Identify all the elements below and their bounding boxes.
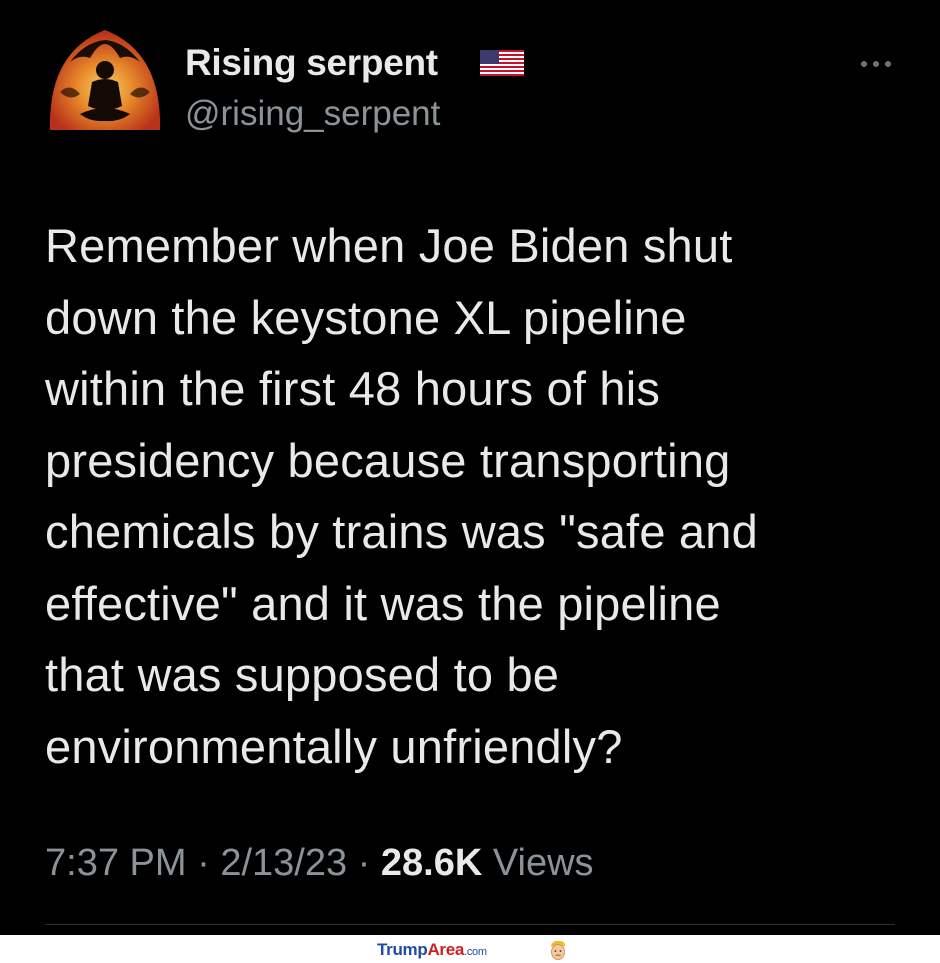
divider: [45, 924, 895, 925]
tweet-meta: 7:37 PM · 2/13/23 · 28.6K Views: [45, 842, 594, 885]
trump-face-icon: [548, 939, 568, 961]
display-name[interactable]: Rising serpent: [185, 42, 438, 84]
brand-suffix: .com: [464, 946, 487, 958]
avatar[interactable]: [40, 22, 170, 134]
user-handle[interactable]: @rising_serpent: [185, 94, 440, 134]
tweet-date[interactable]: 2/13/23: [220, 842, 347, 884]
us-flag-icon: [480, 50, 524, 76]
meditating-figure-avatar-icon: [49, 30, 161, 130]
brand-trump: Trump: [377, 940, 428, 959]
tweet-text: Remember when Joe Biden shut down the ke…: [45, 219, 758, 773]
meta-separator: ·: [357, 842, 371, 884]
brand-area: Area: [427, 940, 465, 959]
tweet-time[interactable]: 7:37 PM: [45, 842, 187, 884]
meta-separator: ·: [197, 842, 210, 884]
brand-logo[interactable]: TrumpArea.com: [377, 940, 487, 960]
views-count: 28.6K: [380, 842, 483, 884]
more-options-icon[interactable]: [858, 54, 894, 74]
views-label: Views: [492, 842, 594, 884]
tweet-card: Rising serpent @rising_serpent Remember …: [0, 0, 940, 935]
watermark-footer: TrumpArea.com: [0, 935, 940, 963]
